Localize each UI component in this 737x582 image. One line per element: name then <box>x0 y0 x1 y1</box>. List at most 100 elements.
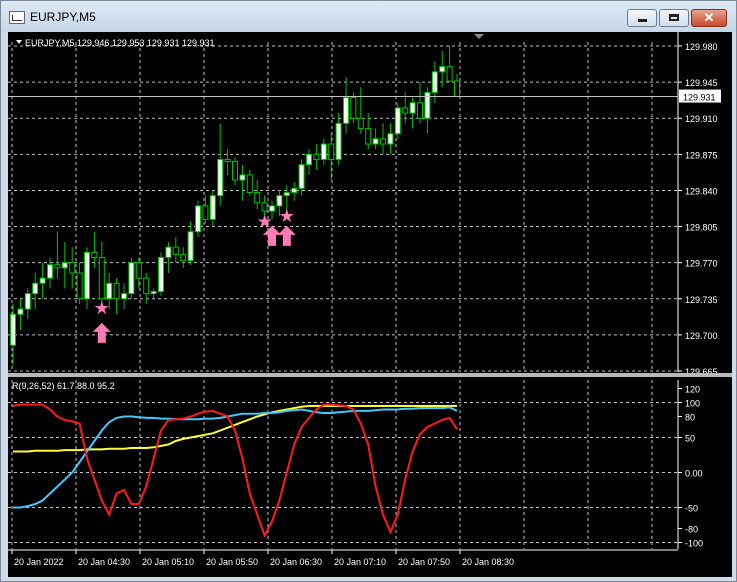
candle-body <box>113 282 120 300</box>
candle-body <box>409 102 416 114</box>
candle-body <box>387 133 394 145</box>
candle-body <box>32 282 39 295</box>
candle-body <box>350 97 357 119</box>
candle-body <box>431 71 438 93</box>
candle-body <box>439 66 446 73</box>
candle-body <box>254 192 261 204</box>
candle-body <box>313 153 320 160</box>
candle-body <box>291 187 298 194</box>
chart-canvas[interactable]: ★★ ★ 129.980129.945129.910129.875129.8401… <box>8 32 732 577</box>
candle-body <box>239 174 246 181</box>
candle-body <box>320 143 327 160</box>
time-label: 20 Jan 05:10 <box>142 557 194 567</box>
signal-star-icon: ★ <box>279 206 295 226</box>
indicator-level-label: -80 <box>685 525 698 535</box>
price-label: 129.945 <box>685 78 718 88</box>
candle-body <box>224 158 231 163</box>
candle-body <box>454 80 460 98</box>
candle-body <box>180 253 187 262</box>
candle-body <box>357 117 364 130</box>
chart-window: EURJPY,M5 ✕ ★ ★ ★ 129.980 129.945 129.910 129… <box>0 0 737 582</box>
chart-menu-triangle-icon[interactable] <box>16 40 22 44</box>
time-label: 20 Jan 05:50 <box>206 557 258 567</box>
price-label: 129.840 <box>685 186 718 196</box>
price-label: 129.875 <box>685 150 718 160</box>
candle-body <box>380 138 386 145</box>
indicator-axis: 120 100 80 50 0.00 -50 -80 -100 <box>677 380 703 549</box>
indicator-level-label: -50 <box>685 504 698 514</box>
candle-body <box>150 291 157 295</box>
candle-body <box>10 313 16 346</box>
candle-body <box>91 251 98 259</box>
chart-shift-marker-icon[interactable] <box>474 34 484 39</box>
candle-body <box>165 246 172 259</box>
price-label: 129.735 <box>685 295 718 305</box>
candle-body <box>61 262 68 269</box>
price-grid <box>8 42 678 372</box>
candle-body <box>209 195 216 220</box>
indicator-level-label: 0.00 <box>685 469 703 479</box>
chart-area[interactable]: ★ ★ ★ 129.980 129.945 129.910 129.875 129.840 1… <box>8 32 732 577</box>
candle-body <box>335 122 342 160</box>
candle-body <box>128 262 135 295</box>
indicator-level-label: 80 <box>685 413 695 423</box>
candle-body <box>76 272 83 300</box>
time-label: 20 Jan 07:50 <box>398 557 450 567</box>
candle-body <box>402 107 409 114</box>
time-label: 20 Jan 2022 <box>14 557 64 567</box>
candle-body <box>269 205 275 212</box>
indicator-line-cyan <box>13 406 458 509</box>
chart-header: EURJPY,M5 129.946 129.953 129.931 129.93… <box>25 38 214 48</box>
candle-body <box>195 205 201 233</box>
price-axis: 129.980 129.945 129.910 129.875 129.840 129.8… <box>677 32 718 377</box>
time-label: 20 Jan 06:30 <box>270 557 322 567</box>
candle-body <box>39 277 46 284</box>
time-label: 20 Jan 04:30 <box>78 557 130 567</box>
candle-body <box>372 138 379 145</box>
price-label: 129.980 <box>685 42 718 52</box>
close-icon: ✕ <box>703 10 715 25</box>
window-titlebar[interactable]: EURJPY,M5 ✕ <box>1 1 736 32</box>
candle-body <box>24 293 31 310</box>
candle-body <box>276 195 283 207</box>
maximize-button[interactable] <box>659 9 689 27</box>
candle-body <box>217 158 224 197</box>
candle-body <box>246 174 253 194</box>
window-title: EURJPY,M5 <box>30 10 96 24</box>
maximize-icon <box>669 14 679 21</box>
candle-body <box>135 262 142 279</box>
candle-body <box>17 308 24 315</box>
candle-body <box>121 293 127 300</box>
candle-body <box>172 246 179 255</box>
signal-arrow-up-icon <box>277 225 296 246</box>
minimize-icon <box>638 19 647 22</box>
indicator-lines <box>12 403 458 538</box>
candle-body <box>54 264 61 269</box>
current-price-label: 129.931 <box>683 93 716 103</box>
candle-body <box>328 143 335 160</box>
indicator-level-label: 50 <box>685 434 695 444</box>
candle-body <box>47 264 53 279</box>
indicator-header: R(9,26,52) 61.7 88.0 95.2 <box>12 381 115 391</box>
candle-body <box>143 277 150 295</box>
price-label: 129.805 <box>685 223 718 233</box>
time-axis: 20 Jan 2022 20 Jan 04:30 20 Jan 05:10 20 Ja… <box>8 549 678 567</box>
candle-body <box>84 251 90 300</box>
indicator-level-label: 120 <box>685 385 700 395</box>
chart-window-icon <box>9 11 25 24</box>
subwindow-separator[interactable] <box>8 373 732 377</box>
close-button[interactable]: ✕ <box>691 9 727 27</box>
candle-body <box>306 153 312 166</box>
candle-body <box>98 257 105 300</box>
indicator-level-label: -100 <box>685 539 703 549</box>
candle-body <box>298 164 305 189</box>
price-label: 129.910 <box>685 114 718 124</box>
signal-arrow-up-icon <box>92 322 111 343</box>
candles <box>10 46 460 366</box>
minimize-button[interactable] <box>627 9 657 27</box>
candle-body <box>69 262 76 274</box>
candle-body <box>158 257 164 293</box>
candle-body <box>446 66 453 82</box>
candle-body <box>417 102 423 119</box>
candle-body <box>202 205 209 220</box>
